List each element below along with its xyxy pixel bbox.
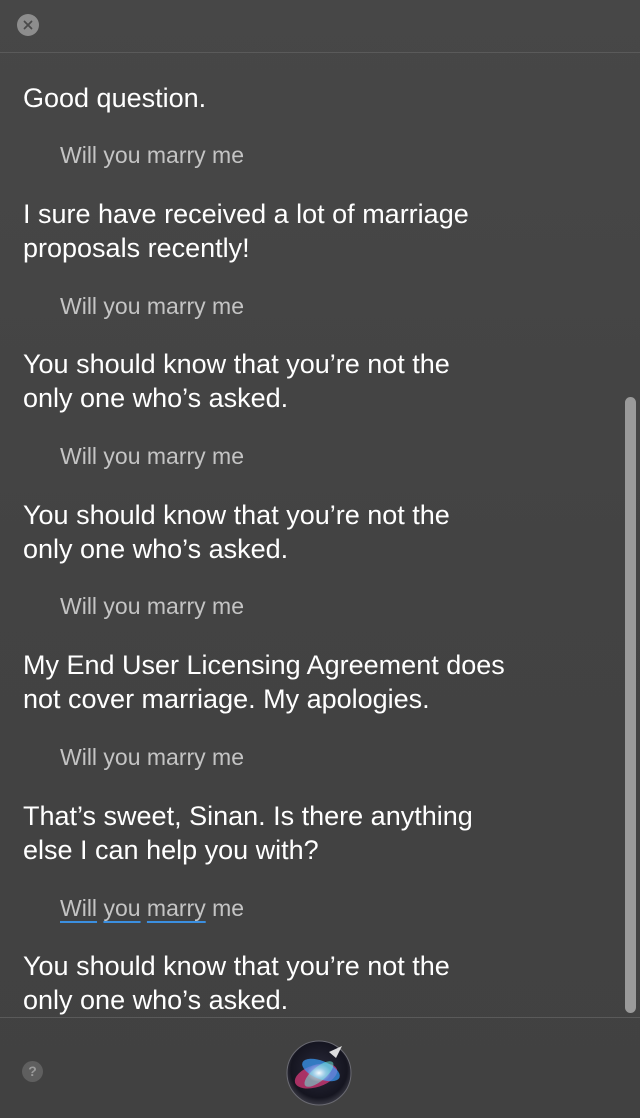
siri-response-line: I sure have received a lot of marriage xyxy=(23,199,469,229)
siri-response-line: only one who’s asked. xyxy=(23,383,289,413)
vertical-scrollbar[interactable] xyxy=(622,52,640,1018)
siri-response-line: That’s sweet, Sinan. Is there anything xyxy=(23,801,473,831)
user-query[interactable]: Will you marry me xyxy=(60,442,244,470)
user-query-editable[interactable]: Will you marry me xyxy=(60,894,244,922)
user-query[interactable]: Will you marry me xyxy=(60,141,244,169)
title-bar xyxy=(0,0,640,53)
user-query[interactable]: Will you marry me xyxy=(60,592,244,620)
siri-orb-icon xyxy=(286,1040,352,1106)
query-word: me xyxy=(212,895,245,921)
help-button[interactable]: ? xyxy=(22,1061,43,1082)
query-word: you xyxy=(103,895,141,921)
close-button[interactable] xyxy=(17,14,39,36)
siri-response-line: only one who’s asked. xyxy=(23,985,289,1015)
siri-response-line: only one who’s asked. xyxy=(23,534,289,564)
siri-response-line: You should know that you’re not the xyxy=(23,349,450,379)
bottom-bar: ? xyxy=(0,1017,640,1118)
user-query[interactable]: Will you marry me xyxy=(60,743,244,771)
siri-response-line: proposals recently! xyxy=(23,233,250,263)
siri-window: Good question. Will you marry me I sure … xyxy=(0,0,640,1118)
siri-response-line: not cover marriage. My apologies. xyxy=(23,684,430,714)
conversation-transcript[interactable]: Good question. Will you marry me I sure … xyxy=(0,53,622,1017)
query-word: Will xyxy=(60,895,98,921)
user-query[interactable]: Will you marry me xyxy=(60,292,244,320)
siri-response-line: else I can help you with? xyxy=(23,835,319,865)
scrollbar-thumb[interactable] xyxy=(625,397,636,1013)
siri-response-line: You should know that you’re not the xyxy=(23,500,450,530)
siri-button[interactable] xyxy=(284,1038,354,1108)
siri-response-line: Good question. xyxy=(23,83,207,113)
query-word: marry xyxy=(146,895,206,921)
siri-response-line: My End User Licensing Agreement does xyxy=(23,650,505,680)
siri-response-line: You should know that you’re not the xyxy=(23,951,450,981)
close-icon xyxy=(23,20,33,30)
